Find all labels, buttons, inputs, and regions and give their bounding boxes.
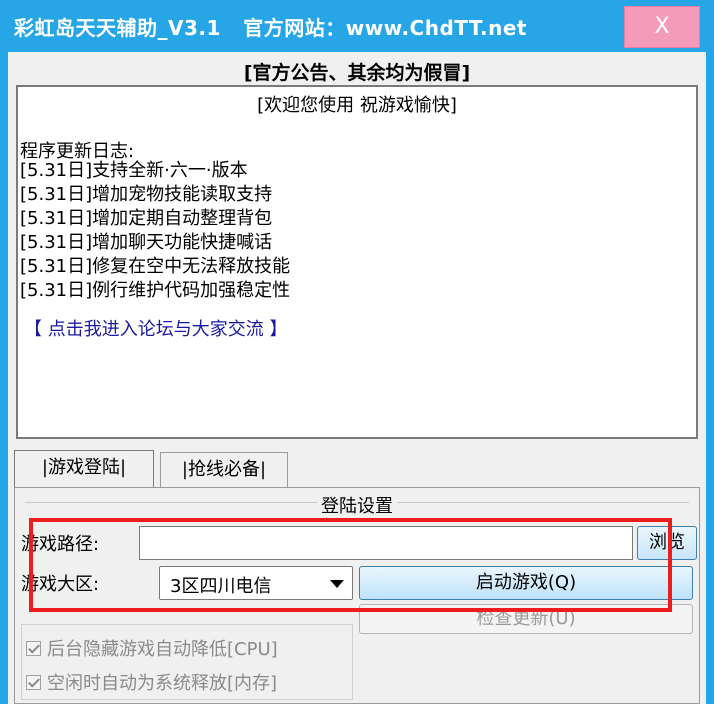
title-bar[interactable]: 彩虹岛天天辅助_V3.1 官方网站：www.ChdTT.net X [0,0,714,52]
region-selected-value: 3区四川电信 [170,576,272,597]
tab-line-grab[interactable]: |抢线必备| [160,452,288,488]
changelog-item: [5.31日]增加定期自动整理背包 [20,208,273,229]
login-settings-panel: 登陆设置 游戏路径: 浏览 游戏大区: 3区四川电信 启动游戏(Q) 检查更新(… [14,487,700,704]
client-area: [官方公告、其余均为假冒] [欢迎您使用 祝游戏愉快] 程序更新日志: [5.3… [8,52,706,704]
changelog-item: [5.31日]增加宠物技能读取支持 [20,184,273,205]
checkbox-checked-icon[interactable] [26,674,41,690]
changelog-list: [5.31日]支持全新·六一·版本 [5.31日]增加宠物技能读取支持 [5.3… [20,159,290,303]
browse-button[interactable]: 浏览 [637,526,697,560]
changelog-item: [5.31日]修复在空中无法释放技能 [20,256,291,277]
option-memory[interactable]: 空闲时自动为系统释放[内存] [26,669,277,695]
option-cpu-label: 后台隐藏游戏自动降低[CPU] [47,639,278,660]
check-update-button[interactable]: 检查更新(U) [359,604,693,634]
notice-title: [官方公告、其余均为假冒] [243,62,471,84]
welcome-text: [欢迎您使用 祝游戏愉快] [257,95,457,116]
option-cpu[interactable]: 后台隐藏游戏自动降低[CPU] [26,635,278,661]
group-title-text: 登陆设置 [317,496,397,517]
close-button[interactable]: X [624,6,700,48]
game-path-label: 游戏路径: [21,534,100,555]
options-group: 后台隐藏游戏自动降低[CPU] 空闲时自动为系统释放[内存] [21,624,353,700]
changelog-item: [5.31日]例行维护代码加强稳定性 [20,280,291,301]
app-window: 彩虹岛天天辅助_V3.1 官方网站：www.ChdTT.net X [官方公告、… [0,0,714,704]
game-region-label: 游戏大区: [21,574,100,595]
start-game-button[interactable]: 启动游戏(Q) [359,566,693,600]
changelog-item: [5.31日]增加聊天功能快捷喊话 [20,232,273,253]
tab-game-login[interactable]: |游戏登陆| [14,450,154,488]
game-path-input[interactable] [139,526,633,560]
forum-link[interactable]: 【 点击我进入论坛与大家交流 】 [24,315,287,341]
checkbox-checked-icon[interactable] [26,640,41,656]
option-memory-label: 空闲时自动为系统释放[内存] [47,673,278,694]
group-title: 登陆设置 [15,492,699,518]
changelog-item: [5.31日]支持全新·六一·版本 [20,160,248,181]
game-region-select[interactable]: 3区四川电信 [159,566,353,600]
dropdown-arrow-icon [330,580,344,588]
notice-box[interactable]: [欢迎您使用 祝游戏愉快] 程序更新日志: [5.31日]支持全新·六一·版本 … [16,85,698,439]
window-title: 彩虹岛天天辅助_V3.1 官方网站：www.ChdTT.net [14,16,527,40]
